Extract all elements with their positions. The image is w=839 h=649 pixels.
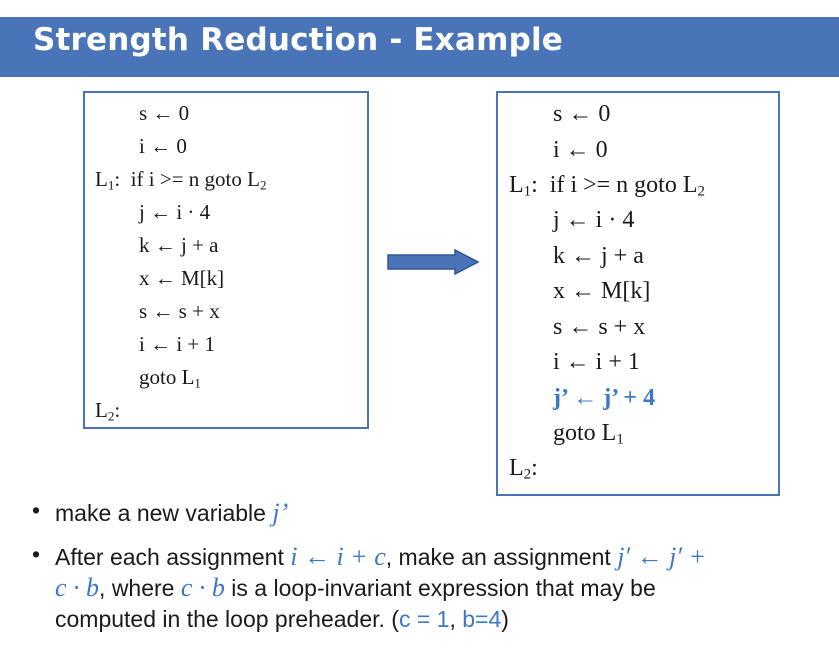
label-colon: :	[531, 172, 538, 198]
text: )	[501, 606, 509, 632]
bullet-dot: •	[32, 541, 41, 567]
code-line: s ← 0	[139, 101, 190, 125]
math-expr: i ← i + c	[290, 542, 386, 571]
text: ,	[449, 606, 463, 632]
text: make a new variable	[55, 500, 273, 526]
code-line: s ← 0	[553, 101, 611, 127]
code-line: j ← i · 4	[139, 200, 211, 224]
label-l2-sub: 2	[523, 466, 532, 483]
reduced-code-box: s ← 0 i ← 0 L1: if i >= n goto L2 j ← i …	[496, 91, 780, 496]
code-line-l1: L1: if i >= n goto L2	[95, 167, 266, 193]
bullet-text: make a new variable j’	[55, 497, 288, 529]
text: After each assignment	[55, 544, 291, 570]
param-b: b=4	[462, 606, 502, 632]
code-line-goto: goto L1	[139, 365, 201, 391]
code-line: i ← i + 1	[553, 349, 640, 375]
bullet-line-1: After each assignment i ← i + c, make an…	[55, 541, 706, 573]
code-line: goto L	[139, 365, 195, 389]
label-l2: L	[509, 455, 524, 481]
code-line: j ← i · 4	[553, 207, 635, 233]
label-colon: :	[114, 398, 121, 422]
goto-l1-sub: 1	[194, 375, 201, 391]
math-expr: c · b	[55, 573, 100, 602]
text: computed in the loop preheader. (	[55, 606, 399, 632]
slide-title: Strength Reduction - Example	[33, 22, 564, 58]
code-line: i ← i + 1	[139, 332, 216, 356]
math-var: j’	[272, 498, 289, 527]
label-l1: L	[95, 167, 108, 191]
code-line: s ← s + x	[553, 314, 646, 340]
goto-l2-sub: 2	[259, 177, 267, 193]
bullet-dot: •	[32, 497, 41, 523]
code-line-highlighted: j’ ← j’ + 4	[553, 385, 656, 411]
label-l2: L	[95, 398, 108, 422]
code-line: if i >= n goto L	[130, 167, 260, 191]
bullet-line-3: computed in the loop preheader. (c = 1, …	[55, 603, 509, 635]
label-colon: :	[114, 167, 121, 191]
label-l1: L	[509, 172, 524, 198]
math-expr: j′ ← j′ +	[617, 542, 707, 571]
code-line: x ← M[k]	[553, 278, 651, 304]
code-line-l2: L2:	[95, 398, 120, 424]
code-line: x ← M[k]	[139, 266, 225, 290]
original-code-box: s ← 0 i ← 0 L 1: if i >= n goto L2 j ← i …	[83, 91, 369, 429]
code-line: i ← 0	[553, 137, 608, 163]
math-expr: c · b	[180, 573, 225, 602]
right-arrow-icon	[387, 249, 479, 275]
text: , make an assignment	[385, 544, 618, 570]
goto-l2-sub: 2	[697, 183, 705, 200]
code-line-l1: L1: if i >= n goto L2	[509, 172, 705, 201]
code-line: if i >= n goto L	[549, 172, 698, 198]
label-colon: :	[531, 455, 538, 481]
code-line: goto L	[553, 420, 617, 446]
code-line: i ← 0	[139, 134, 187, 158]
label-l1-sub: 1	[523, 183, 532, 200]
text: , where	[99, 575, 181, 601]
code-line-l2: L2:	[509, 455, 538, 484]
code-line-goto: goto L1	[553, 420, 624, 449]
goto-l1-sub: 1	[616, 431, 624, 448]
code-line: k ← j + a	[553, 243, 644, 269]
code-line: k ← j + a	[139, 233, 219, 257]
param-c: c = 1	[398, 606, 450, 632]
text: is a loop-invariant expression that may …	[224, 575, 656, 601]
code-line: s ← s + x	[139, 299, 220, 323]
bullet-line-2: c · b, where c · b is a loop-invariant e…	[55, 572, 656, 604]
